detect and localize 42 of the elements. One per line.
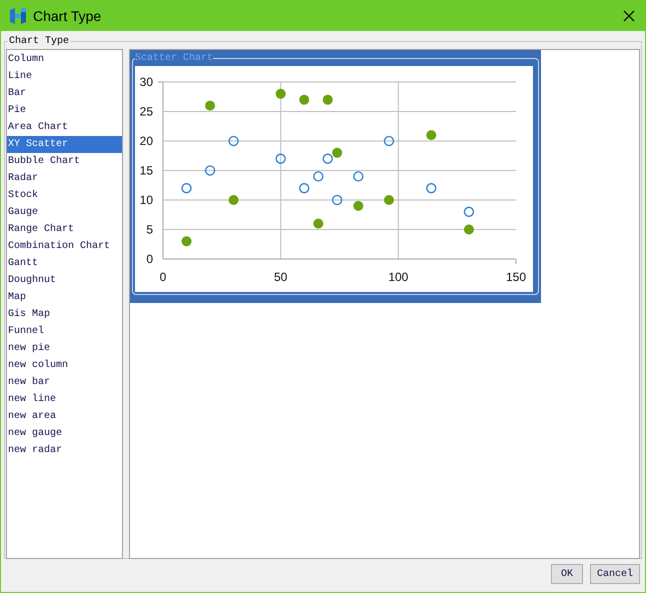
- dialog-button[interactable]: OK: [550, 564, 583, 584]
- axis-tick-label: 25: [140, 104, 153, 118]
- list-item[interactable]: Range Chart: [7, 221, 122, 238]
- list-item[interactable]: new bar: [7, 374, 122, 391]
- list-item[interactable]: Gantt: [7, 255, 122, 272]
- axis-tick-label: 30: [140, 75, 153, 89]
- list-item[interactable]: XY Scatter: [7, 136, 122, 153]
- axis-tick-label: 5: [146, 222, 153, 236]
- list-item[interactable]: Stock: [7, 187, 122, 204]
- list-item[interactable]: Pie: [7, 102, 122, 119]
- list-item[interactable]: Combination Chart: [7, 238, 122, 255]
- axis-tick-label: 0: [160, 270, 166, 284]
- list-item[interactable]: new column: [7, 357, 122, 374]
- list-item[interactable]: new gauge: [7, 425, 122, 442]
- axis-tick-label: 100: [388, 270, 408, 284]
- list-item[interactable]: Bubble Chart: [7, 153, 122, 170]
- axis-tick-label: 0: [146, 252, 153, 266]
- axis-tick-label: 150: [506, 270, 526, 284]
- list-item[interactable]: Bar: [7, 85, 122, 102]
- list-item[interactable]: new area: [7, 408, 122, 425]
- list-item[interactable]: Radar: [7, 170, 122, 187]
- chart-title: Scatter Chart: [135, 52, 214, 66]
- app-logo-icon: [9, 7, 27, 25]
- dialog-button[interactable]: Cancel: [590, 564, 640, 584]
- list-item[interactable]: new pie: [7, 340, 122, 357]
- window-title: Chart Type: [33, 6, 102, 26]
- axis-tick-label: 20: [140, 134, 153, 148]
- list-item[interactable]: Doughnut: [7, 272, 122, 289]
- axis-tick-label: 15: [140, 164, 153, 178]
- list-item[interactable]: new radar: [7, 442, 122, 459]
- list-item[interactable]: new line: [7, 391, 122, 408]
- group-label: Chart Type: [8, 34, 70, 49]
- axis-tick-label: 10: [140, 193, 153, 207]
- list-item[interactable]: Line: [7, 68, 122, 85]
- list-item[interactable]: Gauge: [7, 204, 122, 221]
- list-item[interactable]: Column: [7, 51, 122, 68]
- list-item[interactable]: Area Chart: [7, 119, 122, 136]
- axis-tick-label: 50: [274, 270, 288, 284]
- list-item[interactable]: Gis Map: [7, 306, 122, 323]
- close-icon[interactable]: [623, 10, 635, 22]
- list-item[interactable]: Funnel: [7, 323, 122, 340]
- list-item[interactable]: Map: [7, 289, 122, 306]
